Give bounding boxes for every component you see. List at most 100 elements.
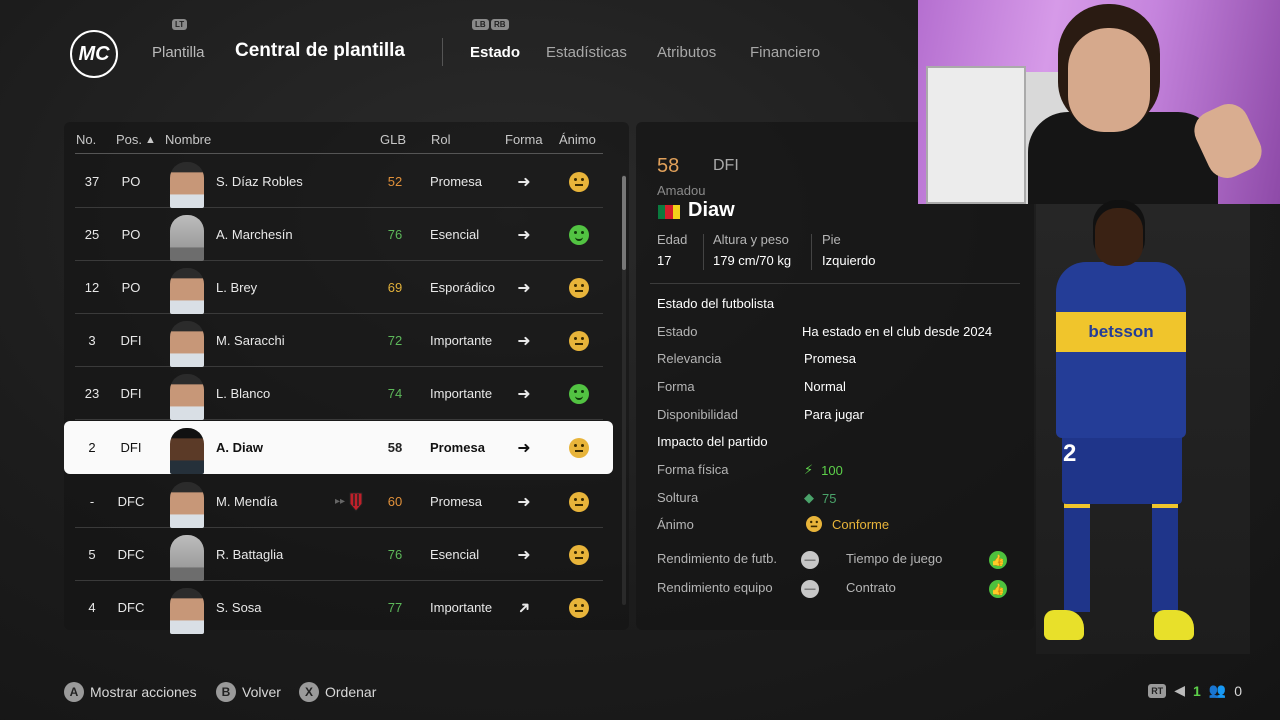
player-avatar — [169, 155, 205, 208]
form-arrow-icon: ➜ — [517, 226, 531, 244]
tab-estado[interactable]: Estado — [470, 44, 520, 61]
neutral-minus-icon: — — [801, 580, 819, 598]
player-name: M. Mendía — [216, 494, 278, 509]
form-arrow-up-icon: ➜ — [513, 597, 536, 619]
soltura-number: 75 — [822, 490, 837, 506]
col-header-pos[interactable]: Pos. — [116, 132, 142, 147]
player-position: DFC — [117, 547, 145, 562]
mood-neutral-icon — [565, 475, 593, 528]
table-row[interactable]: 12 PO L. Brey 69 Esporádico ➜ — [75, 261, 603, 314]
mostrar-acciones-label: Mostrar acciones — [90, 684, 197, 700]
footer-status: RT ◀ 1 👥 0 — [1148, 682, 1242, 699]
table-row[interactable]: 4 DFC S. Sosa 77 Importante ➜ — [75, 581, 603, 634]
player-position: DFI — [120, 333, 142, 348]
table-row[interactable]: 23 DFI L. Blanco 74 Importante ➜ — [75, 367, 603, 420]
player-position: DFI — [120, 440, 142, 455]
forma-fisica-number: 100 — [821, 462, 843, 478]
player-name: L. Brey — [216, 280, 258, 295]
volver-hint[interactable]: B Volver — [216, 682, 281, 702]
mood-neutral-icon — [565, 314, 593, 367]
rt-button-icon: RT — [1148, 683, 1167, 698]
player-role: Promesa — [430, 174, 483, 189]
player-number: 12 — [84, 280, 100, 295]
player-overall: 76 — [387, 227, 403, 242]
col-header-glb[interactable]: GLB — [380, 132, 406, 147]
player-role: Promesa — [430, 494, 483, 509]
player-name: M. Saracchi — [216, 333, 285, 348]
loan-club-badge-icon: ▸▸ — [329, 475, 369, 528]
disponibilidad-label: Disponibilidad — [657, 407, 738, 422]
player-avatar — [169, 367, 205, 420]
table-row[interactable]: 37 PO S. Díaz Robles 52 Promesa ➜ — [75, 155, 603, 208]
mood-neutral-icon — [565, 261, 593, 314]
mood-neutral-icon — [565, 421, 593, 474]
relevancia-value: Promesa — [804, 351, 857, 366]
table-row-selected[interactable]: 2 DFI A. Diaw 58 Promesa ➜ — [64, 421, 613, 474]
edad-value: 17 — [657, 253, 672, 268]
player-position: DFC — [117, 600, 145, 615]
player-avatar — [169, 261, 205, 314]
forma-label: Forma — [657, 379, 695, 394]
edad-label: Edad — [657, 232, 688, 247]
list-scrollbar-thumb[interactable] — [622, 176, 626, 270]
mostrar-acciones-hint[interactable]: A Mostrar acciones — [64, 682, 197, 702]
users-count: 0 — [1234, 682, 1242, 699]
nav-plantilla[interactable]: Plantilla — [152, 44, 205, 61]
player-head — [1095, 208, 1143, 266]
streamer-webcam — [918, 0, 1280, 204]
mc-logo: MC — [70, 30, 118, 78]
player-overall: 76 — [387, 547, 403, 562]
player-name: L. Blanco — [216, 386, 271, 401]
rendimiento-futbolistico-label: Rendimiento de futb. — [657, 551, 777, 566]
gem-icon: ◆ — [804, 490, 814, 505]
col-header-forma[interactable]: Forma — [505, 132, 543, 147]
player-left-boot — [1044, 610, 1084, 640]
altura-label: Altura y peso — [713, 232, 789, 247]
player-name: A. Diaw — [216, 440, 263, 455]
b-button-icon: B — [216, 682, 236, 702]
player-role: Esporádico — [430, 280, 496, 295]
col-header-nombre[interactable]: Nombre — [165, 132, 211, 147]
player-shorts — [1062, 432, 1182, 504]
table-row[interactable]: 25 PO A. Marchesín 76 Esencial ➜ — [75, 208, 603, 261]
section-divider — [650, 283, 1020, 284]
player-left-leg — [1064, 502, 1090, 612]
mood-neutral-icon — [565, 528, 593, 581]
player-number: 4 — [88, 600, 96, 615]
soltura-value: ◆ 75 — [804, 490, 836, 506]
player-overall: 60 — [387, 494, 403, 509]
stat-divider — [811, 234, 812, 270]
player-number: 2 — [88, 440, 96, 455]
tab-atributos[interactable]: Atributos — [657, 44, 716, 61]
col-header-rol[interactable]: Rol — [431, 132, 451, 147]
player-overall: 72 — [387, 333, 403, 348]
forma-value: Normal — [804, 379, 846, 394]
player-position: DFC — [117, 494, 145, 509]
ordenar-hint[interactable]: X Ordenar — [299, 682, 376, 702]
users-icon: 👥 — [1208, 682, 1227, 698]
mood-neutral-icon — [565, 155, 593, 208]
col-header-animo[interactable]: Ánimo — [559, 132, 596, 147]
player-overall: 58 — [387, 440, 403, 455]
table-row[interactable]: - DFC M. Mendía ▸▸ 60 Promesa ➜ — [75, 475, 603, 528]
tab-estadisticas[interactable]: Estadísticas — [546, 44, 627, 61]
form-arrow-icon: ➜ — [517, 279, 531, 297]
lb-hint-badge: LB — [472, 19, 489, 30]
tab-financiero[interactable]: Financiero — [750, 44, 820, 61]
table-row[interactable]: 3 DFI M. Saracchi 72 Importante ➜ — [75, 314, 603, 367]
animo-value: Conforme — [804, 514, 889, 534]
form-arrow-icon: ➜ — [517, 546, 531, 564]
player-position: PO — [121, 174, 141, 189]
table-row[interactable]: 5 DFC R. Battaglia 76 Esencial ➜ — [75, 528, 603, 581]
forma-fisica-value: ⚡ 100 — [804, 462, 843, 478]
neutral-minus-icon: — — [801, 551, 819, 569]
col-header-no[interactable]: No. — [76, 132, 96, 147]
speaker-icon: ◀ — [1174, 682, 1185, 698]
player-number: - — [89, 494, 95, 509]
player-name: S. Sosa — [216, 600, 262, 615]
cameroon-flag-icon — [658, 205, 680, 219]
player-right-leg — [1152, 502, 1178, 612]
relevancia-label: Relevancia — [657, 351, 722, 366]
form-arrow-icon: ➜ — [517, 173, 531, 191]
player-avatar — [169, 528, 205, 581]
